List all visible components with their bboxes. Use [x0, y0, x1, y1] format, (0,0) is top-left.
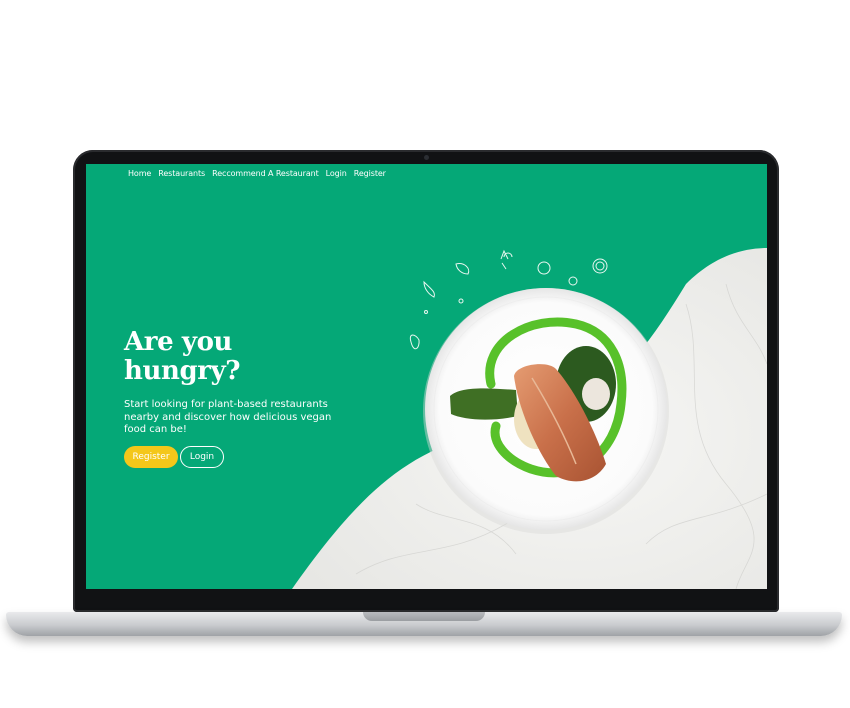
- nav-register[interactable]: Register: [354, 169, 386, 178]
- pepper-icon: [409, 334, 420, 350]
- laptop-notch: [363, 612, 485, 621]
- onion-slice-icon: [592, 258, 608, 274]
- nav-login[interactable]: Login: [326, 169, 347, 178]
- broccoli-icon: [500, 249, 513, 270]
- screen: Home Restaurants Reccommend A Restaurant…: [86, 164, 767, 589]
- lemon-slice-icon: [568, 276, 578, 286]
- nav-recommend-restaurant[interactable]: Reccommend A Restaurant: [212, 169, 319, 178]
- headline-line-2: hungry?: [124, 356, 241, 386]
- register-button[interactable]: Register: [124, 446, 178, 468]
- login-button[interactable]: Login: [180, 446, 224, 468]
- nav-restaurants[interactable]: Restaurants: [158, 169, 205, 178]
- pesto: [450, 388, 518, 420]
- hero-headline: Are you hungry?: [124, 328, 294, 386]
- camera-icon: [424, 155, 429, 160]
- headline-line-1: Are you: [124, 327, 233, 357]
- top-nav: Home Restaurants Reccommend A Restaurant…: [128, 169, 386, 178]
- nav-home[interactable]: Home: [128, 169, 151, 178]
- leaf-icon: [423, 280, 435, 298]
- carrot-icon: [455, 263, 470, 275]
- hero-tagline: Start looking for plant-based restaurant…: [124, 399, 332, 435]
- tomato-icon: [537, 261, 551, 275]
- seed-icon: [458, 298, 464, 304]
